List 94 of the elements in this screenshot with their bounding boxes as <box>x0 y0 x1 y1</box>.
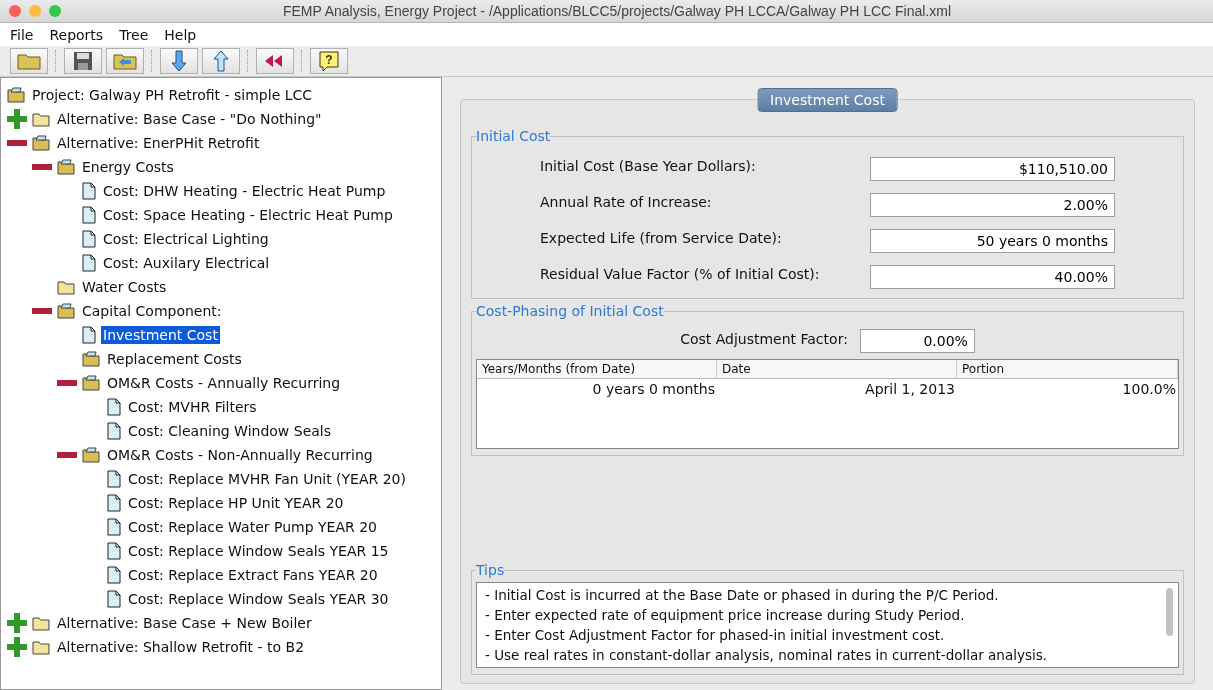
open-folder-icon <box>7 87 25 103</box>
document-icon <box>82 254 96 272</box>
column-header[interactable]: Years/Months (from Date) <box>477 360 717 378</box>
outline-entry[interactable]: Alternative: Shallow Retrofit - to B2 <box>55 638 307 656</box>
menu-item[interactable]: Reports <box>43 26 110 43</box>
document-icon <box>107 542 121 560</box>
expand-icon[interactable] <box>7 637 27 657</box>
document-icon <box>107 422 121 440</box>
outline-entry[interactable]: Cost: Space Heating - Electric Heat Pump <box>101 206 395 224</box>
menu-item[interactable]: File <box>4 26 40 43</box>
down-arrow-icon <box>171 50 187 72</box>
document-icon <box>82 206 96 224</box>
menu-item[interactable]: Tree <box>113 26 155 43</box>
outline-entry[interactable]: Replacement Costs <box>105 350 244 368</box>
outline-entry[interactable]: Cost: Auxilary Electrical <box>101 254 272 272</box>
table-cell-text: 100.0% <box>1121 380 1177 399</box>
toolbar-button[interactable] <box>160 48 198 74</box>
outline-entry[interactable]: Cost: Replace Water Pump YEAR 20 <box>126 518 379 536</box>
outline-entry[interactable]: Cost: DHW Heating - Electric Heat Pump <box>101 182 388 200</box>
help-icon: ? <box>318 50 340 72</box>
window-title: FEMP Analysis, Energy Project - /Applications/BLCC5/projects/Galway PH LCCA/Galway PH LCC Final.xml <box>281 3 953 19</box>
up-arrow-icon <box>213 50 229 72</box>
outline-entry[interactable]: Cost: Replace Window Seals YEAR 15 <box>126 542 391 560</box>
open-folder-icon <box>32 135 50 151</box>
folder-arrow-icon <box>113 52 137 70</box>
outline-entry[interactable]: Capital Component: <box>80 302 224 320</box>
folder-icon <box>17 52 41 70</box>
document-icon <box>82 230 96 248</box>
outline-entry[interactable]: OM&R Costs - Non-Annually Recurring <box>105 446 375 464</box>
field-label: Annual Rate of Increase: <box>539 194 713 210</box>
menu-item[interactable]: Help <box>158 26 203 43</box>
open-folder-icon <box>82 447 100 463</box>
outline-entry[interactable]: Cost: Electrical Lighting <box>101 230 271 248</box>
input-field[interactable]: 50 years 0 months <box>870 229 1115 253</box>
expand-icon[interactable] <box>7 613 27 633</box>
group-heading: Cost-Phasing of Initial Cost <box>476 303 664 319</box>
folder-icon <box>32 111 50 127</box>
open-folder-icon <box>82 351 100 367</box>
outline-entry[interactable]: Cost: Replace Extract Fans YEAR 20 <box>126 566 380 584</box>
tip-text: - Enter expected rate of equipment price increase during Study Period. <box>485 606 966 625</box>
outline-entry[interactable]: Cost: Replace MVHR Fan Unit (YEAR 20) <box>126 470 408 488</box>
document-icon <box>82 182 96 200</box>
folder-icon <box>32 639 50 655</box>
field-label: Residual Value Factor (% of Initial Cost): <box>539 266 821 282</box>
document-icon <box>82 326 96 344</box>
open-folder-icon <box>57 159 75 175</box>
outline-entry[interactable]: Alternative: EnerPHit Retrofit <box>55 134 262 152</box>
scrollbar-thumb[interactable] <box>1166 588 1173 636</box>
document-icon <box>107 494 121 512</box>
outline-entry[interactable]: OM&R Costs - Annually Recurring <box>105 374 343 392</box>
field-label: Initial Cost (Base Year Dollars): <box>539 158 757 174</box>
tip-text: - Use real rates in constant-dollar analysis, nominal rates in current-dollar analysis. <box>485 646 1049 665</box>
column-header[interactable]: Portion <box>957 360 1178 378</box>
column-header[interactable]: Date <box>717 360 957 378</box>
tip-text: - Enter Cost Adjustment Factor for phased-in initial investment cost. <box>485 626 946 645</box>
input-field[interactable]: 2.00% <box>870 193 1115 217</box>
outline-entry[interactable]: Investment Cost <box>101 326 220 344</box>
document-icon <box>107 590 121 608</box>
field-label: Cost Adjustment Factor: <box>680 331 848 347</box>
outline-entry[interactable]: Cost: Replace Window Seals YEAR 30 <box>126 590 391 608</box>
document-icon <box>107 398 121 416</box>
folder-icon <box>32 615 50 631</box>
toolbar-button[interactable] <box>256 48 294 74</box>
save-icon <box>73 51 93 71</box>
field-label: Expected Life (from Service Date): <box>539 230 783 246</box>
expand-icon[interactable] <box>7 109 27 129</box>
table-cell-text: 0 years 0 months <box>591 380 716 399</box>
document-icon <box>107 518 121 536</box>
zoom-button[interactable] <box>49 5 61 17</box>
outline-entry[interactable]: Energy Costs <box>80 158 176 176</box>
outline-entry[interactable]: Alternative: Base Case + New Boiler <box>55 614 314 632</box>
input-field[interactable]: 40.00% <box>870 265 1115 289</box>
outline-entry[interactable]: Cost: Cleaning Window Seals <box>126 422 334 440</box>
input-field[interactable]: 0.00% <box>859 329 975 353</box>
folder-icon <box>57 279 75 295</box>
input-field[interactable]: $110,510.00 <box>870 157 1115 181</box>
open-folder-icon <box>82 375 100 391</box>
outline-entry[interactable]: Alternative: Base Case - "Do Nothing" <box>55 110 324 128</box>
close-button[interactable] <box>9 5 21 17</box>
tip-text: - Initial Cost is incurred at the Base Date or phased in during the P/C Period. <box>485 586 1000 605</box>
document-icon <box>107 566 121 584</box>
document-icon <box>107 470 121 488</box>
toolbar-button[interactable] <box>10 48 48 74</box>
outline-entry[interactable]: Cost: MVHR Filters <box>126 398 259 416</box>
open-folder-icon <box>57 303 75 319</box>
outline-entry[interactable]: Project: Galway PH Retrofit - simple LCC <box>30 86 315 104</box>
table-cell-text: April 1, 2013 <box>864 380 956 399</box>
outline-entry[interactable]: Water Costs <box>80 278 169 296</box>
toolbar-button[interactable] <box>64 48 102 74</box>
outline-entry[interactable]: Cost: Replace HP Unit YEAR 20 <box>126 494 346 512</box>
toolbar-button[interactable]: ? <box>310 48 348 74</box>
group-heading: Initial Cost <box>476 128 551 144</box>
group-heading: Tips <box>476 562 505 578</box>
toolbar-button[interactable] <box>106 48 144 74</box>
